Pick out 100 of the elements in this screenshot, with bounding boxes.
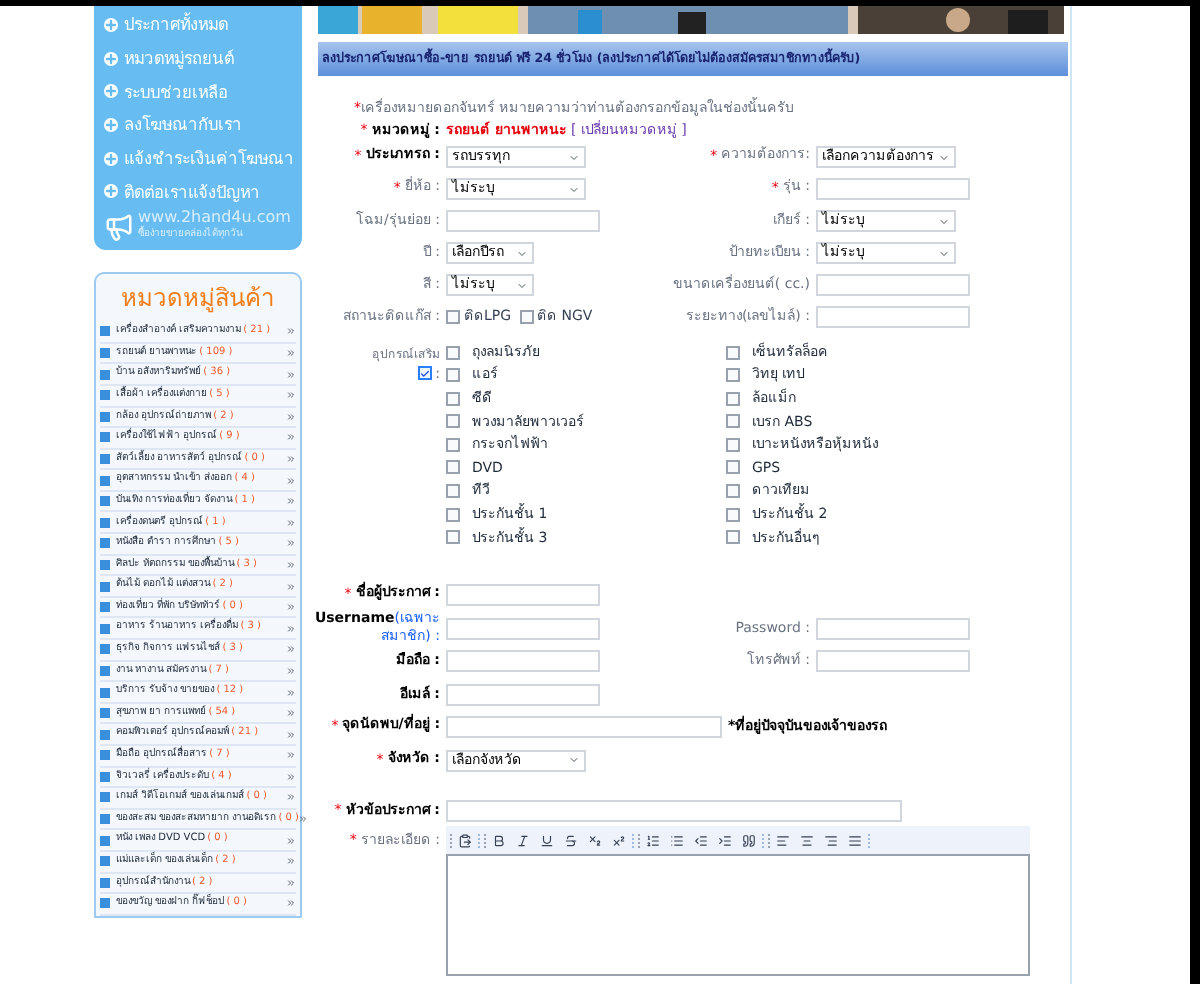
- square-bullet-icon: [100, 538, 110, 549]
- checkbox[interactable]: [446, 310, 460, 324]
- double-chevron-icon: [286, 877, 296, 888]
- checkbox[interactable]: [726, 507, 740, 522]
- category-title: หมวดหมู่สินค้า: [119, 282, 277, 317]
- double-chevron-icon: [286, 771, 296, 782]
- square-bullet-icon: [100, 623, 110, 634]
- double-chevron-icon: [286, 898, 296, 909]
- checkbox[interactable]: [726, 530, 740, 545]
- chevron-down-icon: [568, 151, 580, 163]
- align-right-icon[interactable]: [824, 833, 838, 848]
- square-bullet-icon: [100, 687, 110, 698]
- double-chevron-icon: [286, 348, 296, 359]
- square-bullet-icon: [100, 517, 110, 528]
- input-field[interactable]: [816, 178, 970, 200]
- square-bullet-icon: [100, 644, 110, 655]
- double-chevron-icon: [286, 475, 296, 486]
- chevron-down-icon: [568, 183, 580, 195]
- square-bullet-icon: [100, 348, 110, 359]
- superscript-icon[interactable]: [612, 833, 626, 848]
- double-chevron-icon: [286, 496, 296, 507]
- input-field[interactable]: [446, 650, 600, 672]
- checkbox[interactable]: [446, 507, 460, 522]
- square-bullet-icon: [100, 729, 110, 740]
- input-field[interactable]: [446, 683, 600, 705]
- square-bullet-icon: [100, 856, 110, 867]
- align-left-icon[interactable]: [776, 833, 790, 848]
- input-field[interactable]: [816, 274, 970, 296]
- megaphone-icon: [104, 211, 134, 242]
- square-bullet-icon: [100, 835, 110, 846]
- double-chevron-icon: [286, 602, 296, 613]
- square-bullet-icon: [100, 877, 110, 888]
- checkbox[interactable]: [446, 437, 460, 452]
- square-bullet-icon: [100, 411, 110, 422]
- double-chevron-icon: [286, 856, 296, 867]
- double-chevron-icon: [286, 326, 296, 337]
- chevron-down-icon: [568, 754, 580, 766]
- input-field[interactable]: [446, 584, 600, 606]
- chevron-down-icon: [938, 151, 950, 163]
- square-bullet-icon: [100, 326, 110, 337]
- chevron-down-icon: [516, 247, 528, 259]
- numbered-list-icon[interactable]: [646, 833, 660, 848]
- square-bullet-icon: [100, 665, 110, 676]
- double-chevron-icon: [286, 644, 296, 655]
- checkbox[interactable]: [726, 368, 740, 383]
- square-bullet-icon: [100, 369, 110, 380]
- square-bullet-icon: [100, 898, 110, 909]
- checkbox[interactable]: [519, 310, 534, 324]
- plus-icon: [104, 84, 118, 99]
- subscript-icon[interactable]: [588, 833, 602, 848]
- double-chevron-icon: [286, 835, 296, 846]
- indent-icon[interactable]: [718, 833, 732, 848]
- plus-icon: [104, 117, 118, 132]
- strikethrough-icon[interactable]: [564, 833, 578, 848]
- input-field[interactable]: [446, 799, 902, 822]
- bullet-list-icon[interactable]: [670, 833, 684, 848]
- checkbox[interactable]: [446, 484, 460, 499]
- checkbox[interactable]: [446, 368, 460, 383]
- double-chevron-icon: [286, 432, 296, 443]
- chevron-down-icon: [938, 247, 950, 259]
- double-chevron-icon: [286, 708, 296, 719]
- square-bullet-icon: [100, 602, 110, 613]
- checkbox[interactable]: [726, 437, 740, 452]
- underline-icon[interactable]: [540, 833, 554, 848]
- outdent-icon[interactable]: [694, 833, 708, 848]
- paste-icon[interactable]: [458, 833, 472, 848]
- checkbox[interactable]: [726, 414, 740, 429]
- chevron-down-icon: [938, 215, 950, 227]
- quote-icon[interactable]: [742, 833, 756, 848]
- bold-icon[interactable]: [492, 833, 506, 848]
- checkbox[interactable]: [446, 345, 460, 359]
- square-bullet-icon: [100, 708, 110, 719]
- italic-icon[interactable]: [516, 833, 530, 848]
- checkbox[interactable]: [417, 366, 432, 381]
- align-center-icon[interactable]: [800, 833, 814, 848]
- input-field[interactable]: [816, 650, 970, 672]
- checkbox[interactable]: [446, 391, 460, 406]
- double-chevron-icon: [286, 581, 296, 592]
- checkbox[interactable]: [446, 530, 460, 545]
- checkbox[interactable]: [726, 391, 740, 406]
- double-chevron-icon: [286, 687, 296, 698]
- checkbox[interactable]: [726, 484, 740, 499]
- checkbox[interactable]: [446, 414, 460, 429]
- checkbox[interactable]: [726, 460, 740, 475]
- square-bullet-icon: [100, 559, 110, 570]
- square-bullet-icon: [100, 432, 110, 443]
- input-field[interactable]: [446, 617, 600, 639]
- double-chevron-icon: [298, 814, 309, 825]
- double-chevron-icon: [286, 665, 296, 676]
- checkbox[interactable]: [446, 460, 460, 475]
- input-field[interactable]: [446, 210, 600, 232]
- plus-icon: [104, 151, 118, 166]
- square-bullet-icon: [100, 390, 110, 401]
- double-chevron-icon: [286, 559, 296, 570]
- input-field[interactable]: [816, 617, 970, 639]
- input-field[interactable]: [816, 306, 970, 328]
- checkbox[interactable]: [726, 345, 740, 359]
- double-chevron-icon: [286, 729, 296, 740]
- align-justify-icon[interactable]: [848, 833, 862, 848]
- input-field[interactable]: [446, 716, 722, 738]
